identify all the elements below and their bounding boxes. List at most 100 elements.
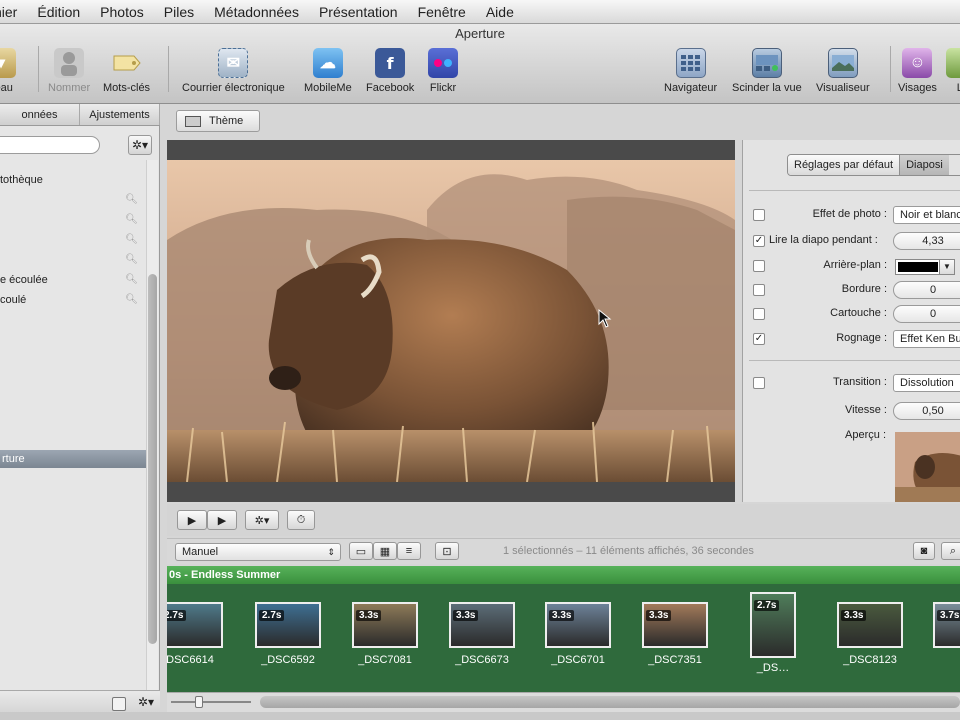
action-gear-icon[interactable]: ✲▾ bbox=[245, 510, 279, 530]
thumbnail-size-slider[interactable] bbox=[171, 696, 251, 708]
border-checkbox[interactable] bbox=[753, 284, 765, 296]
menu-stacks[interactable]: Piles bbox=[164, 4, 194, 20]
menu-help[interactable]: Aide bbox=[486, 4, 514, 20]
photo-effect-checkbox[interactable] bbox=[753, 209, 765, 221]
toolbar-flickr-button[interactable]: Flickr bbox=[428, 48, 458, 94]
border-stepper[interactable]: 0 bbox=[893, 281, 960, 299]
toolbar-faces-button[interactable]: ☺ Visages bbox=[898, 48, 937, 94]
menu-file[interactable]: hier bbox=[0, 4, 17, 20]
toolbar-facebook-button[interactable]: f Facebook bbox=[366, 48, 414, 94]
tab-adjustments[interactable]: Ajustements bbox=[80, 104, 160, 125]
list-view-icon[interactable]: ≡ bbox=[397, 542, 421, 560]
play-slide-checkbox[interactable]: ✓ bbox=[753, 235, 765, 247]
menu-photos[interactable]: Photos bbox=[100, 4, 144, 20]
toolbar-email-button[interactable]: ✉ Courrier électronique bbox=[182, 48, 285, 94]
background-checkbox[interactable] bbox=[753, 260, 765, 272]
play-fullscreen-icon[interactable]: ▶︎ bbox=[177, 510, 207, 530]
toolbar-new-button[interactable]: ▾ veau bbox=[0, 48, 16, 94]
filmstrip-thumbnail[interactable]: 2.7s _DSC6592 bbox=[255, 602, 321, 666]
add-album-icon[interactable] bbox=[112, 697, 126, 711]
toolbar-places-button[interactable]: Li bbox=[946, 48, 960, 94]
library-scroll-thumb[interactable] bbox=[148, 274, 157, 644]
menu-edit[interactable]: Édition bbox=[37, 4, 80, 20]
split-view-icon bbox=[751, 48, 782, 78]
photo-effect-row: Effet de photo : Noir et blanc bbox=[743, 205, 960, 225]
toolbar-separator bbox=[38, 46, 39, 92]
library-item[interactable]: 🔍︎ bbox=[0, 190, 146, 210]
toolbar-viewer-button[interactable]: Visualiseur bbox=[816, 48, 870, 94]
library-item-library[interactable]: tothèque bbox=[0, 170, 146, 190]
library-item-elapsed[interactable]: e écoulée 🔍︎ bbox=[0, 270, 146, 290]
filmstrip-thumbnail[interactable]: 3.3s _DSC7351 bbox=[642, 602, 708, 666]
slideshow-viewer[interactable] bbox=[167, 140, 735, 502]
library-item-selected[interactable]: rture bbox=[0, 450, 146, 468]
viewer-toggle-icon[interactable]: ⊡ bbox=[435, 542, 459, 560]
camera-icon[interactable]: ◙ bbox=[913, 542, 935, 560]
speed-stepper[interactable]: 0,50 bbox=[893, 402, 960, 420]
toolbar-split-view-button[interactable]: Scinder la vue bbox=[732, 48, 802, 94]
filmstrip-thumbnail[interactable]: 3.3s _DSC8123 bbox=[837, 602, 903, 666]
caption-checkbox[interactable] bbox=[753, 308, 765, 320]
slider-knob[interactable] bbox=[195, 696, 203, 708]
filmstrip-thumbnail[interactable]: 3.3s _DSC7081 bbox=[352, 602, 418, 666]
preview-label: Aperçu : bbox=[845, 429, 886, 441]
filmstrip-view-icon[interactable]: ▭ bbox=[349, 542, 373, 560]
caption-stepper[interactable]: 0 bbox=[893, 305, 960, 323]
filmstrip-scroll-thumb[interactable] bbox=[260, 696, 960, 708]
menu-metadata[interactable]: Métadonnées bbox=[214, 4, 299, 20]
gear-icon[interactable]: ✲▾ bbox=[128, 135, 152, 155]
transition-select[interactable]: Dissolution bbox=[893, 374, 960, 392]
transition-preview-image bbox=[895, 432, 960, 502]
thumbnail-image: 3.3s bbox=[837, 602, 903, 648]
filmstrip-thumbnail[interactable]: 3.7s bbox=[933, 602, 960, 654]
library-item[interactable]: 🔍︎ bbox=[0, 250, 146, 270]
slideshow-settings-panel: Réglages par défaut Diaposi Effet de pho… bbox=[742, 140, 960, 502]
smart-album-magnifier-icon: 🔍︎ bbox=[125, 194, 138, 205]
toolbar-navigator-button[interactable]: Navigateur bbox=[664, 48, 717, 94]
toolbar-separator bbox=[168, 46, 169, 92]
grid-icon bbox=[675, 48, 706, 78]
timer-icon[interactable]: ⏱ bbox=[287, 510, 315, 530]
play-slide-stepper[interactable]: 4,33 bbox=[893, 232, 960, 250]
filmstrip-thumbnail-portrait[interactable]: 2.7s _DS… bbox=[750, 592, 796, 674]
playback-controls: ▶︎ ▶ ✲▾ ⏱ bbox=[167, 504, 960, 536]
filmstrip-thumbnail[interactable]: 3.3s _DSC6673 bbox=[449, 602, 515, 666]
library-item[interactable]: 🔍︎ bbox=[0, 210, 146, 230]
crop-select[interactable]: Effet Ken Burns bbox=[893, 330, 960, 348]
segment-default-settings[interactable]: Réglages par défaut bbox=[788, 155, 900, 175]
sort-bar: Manuel ⇕ ▭ ▦ ≡ ⊡ 1 sélectionnés – 11 élé… bbox=[167, 538, 960, 564]
facebook-icon: f bbox=[375, 48, 406, 78]
chevron-down-icon[interactable]: ▼ bbox=[939, 259, 955, 275]
filmstrip-thumbnail-selected[interactable]: 3.3s _DSC6701 bbox=[545, 602, 611, 666]
thumbnail-image: 3.3s bbox=[642, 602, 708, 648]
library-item-elapsed-2[interactable]: coulé 🔍︎ bbox=[0, 290, 146, 310]
theme-button[interactable]: Thème bbox=[176, 110, 260, 132]
play-icon[interactable]: ▶ bbox=[207, 510, 237, 530]
photo-effect-select[interactable]: Noir et blanc bbox=[893, 206, 960, 224]
toolbar-keywords-button[interactable]: Mots-clés bbox=[103, 48, 150, 94]
grid-view-icon[interactable]: ▦ bbox=[373, 542, 397, 560]
thumbnail-image: 3.3s bbox=[545, 602, 611, 648]
background-color-well[interactable] bbox=[895, 259, 941, 275]
toolbar-mobileme-button[interactable]: ☁ MobileMe bbox=[304, 48, 352, 94]
segment-slide[interactable]: Diaposi bbox=[899, 155, 949, 175]
action-gear-icon[interactable]: ✲▾ bbox=[138, 695, 154, 709]
menu-window[interactable]: Fenêtre bbox=[418, 4, 466, 20]
library-search-input[interactable] bbox=[0, 136, 100, 154]
crop-checkbox[interactable]: ✓ bbox=[753, 333, 765, 345]
window-title: Aperture bbox=[455, 26, 505, 41]
viewer-icon bbox=[827, 48, 858, 78]
smart-album-magnifier-icon: 🔍︎ bbox=[125, 254, 138, 265]
slideshow-title-bar: 0s - Endless Summer bbox=[167, 566, 960, 584]
tag-icon bbox=[112, 48, 142, 78]
new-item-icon: ▾ bbox=[0, 48, 16, 78]
transition-checkbox[interactable] bbox=[753, 377, 765, 389]
preset-segmented-control: Réglages par défaut Diaposi bbox=[787, 154, 960, 176]
tab-metadata[interactable]: onnées bbox=[0, 104, 80, 125]
filmstrip-thumbnail[interactable]: 2.7s DSC6614 bbox=[167, 602, 223, 666]
library-item[interactable]: 🔍︎ bbox=[0, 230, 146, 250]
sort-mode-select[interactable]: Manuel ⇕ bbox=[175, 543, 341, 561]
menu-view[interactable]: Présentation bbox=[319, 4, 398, 20]
toolbar-name-button[interactable]: Nommer bbox=[48, 48, 90, 94]
search-icon[interactable]: ⌕ bbox=[941, 542, 960, 560]
